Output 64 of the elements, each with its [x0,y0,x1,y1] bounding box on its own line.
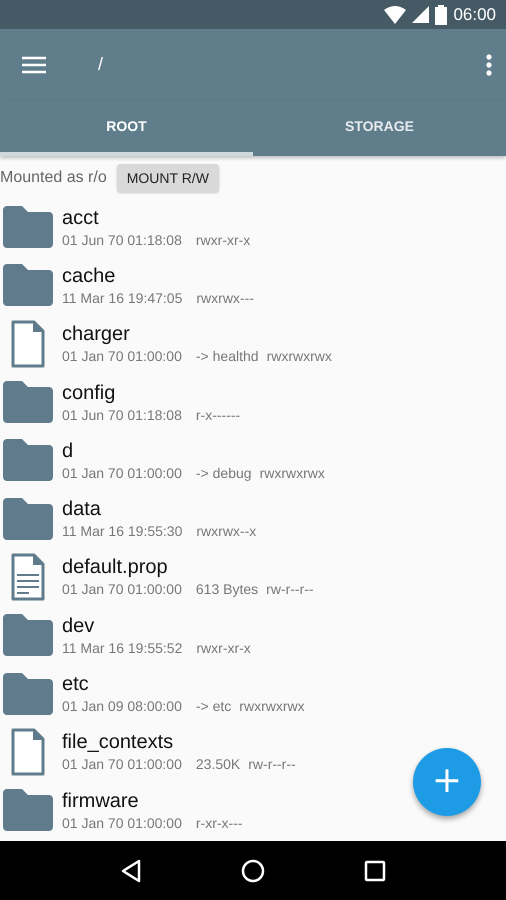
file-permissions: r-x------ [196,406,240,423]
file-icon [11,320,45,368]
signal-icon [412,6,430,23]
file-date: 11 Mar 16 19:55:52 [62,640,182,656]
file-permissions: rwxrwx--x [196,523,256,540]
folder-icon [3,264,53,306]
file-permissions: rw-r--r-- [266,581,314,598]
file-name: d [62,440,74,462]
file-date: 01 Jan 70 01:00:00 [62,581,182,598]
folder-icon [3,614,53,656]
file-date: 01 Jan 70 01:00:00 [62,464,182,481]
file-name: etc [62,673,90,696]
file-date: 01 Jun 70 01:18:08 [62,232,182,248]
file-info: 23.50K [196,756,240,772]
file-name: acct [62,206,100,229]
current-path: / [98,54,104,75]
file-date: 01 Jun 70 01:18:08 [62,406,182,423]
home-icon[interactable] [240,858,265,882]
add-button[interactable]: + [413,748,481,816]
file-permissions: rwxrwxrwx [239,698,305,714]
file-name: config [62,382,116,404]
file-info: -> healthd [196,348,259,364]
file-name: cache [62,264,116,287]
file-permissions: rwxr-xr-x [196,232,250,248]
clock: 06:00 [453,4,496,24]
tab[interactable]: ROOT [0,100,253,156]
wifi-icon [384,6,406,24]
file-date: 01 Jan 70 01:00:00 [62,348,182,364]
file-permissions: rw-r--r-- [248,756,296,772]
file-name: dev [62,614,96,637]
folder-icon [3,498,53,540]
folder-icon [3,381,53,424]
folder-icon [3,789,53,832]
back-icon[interactable] [120,858,142,882]
file-permissions: rwxrwx--- [196,290,254,306]
file-permissions: r-xr-x--- [196,814,243,831]
file-name: data [62,498,102,520]
folder-icon [3,439,53,482]
file-info: -> debug [196,464,252,481]
tab[interactable]: STORAGE [253,100,506,156]
file-date: 01 Jan 70 01:00:00 [62,756,182,772]
file-info: 613 Bytes [196,581,258,598]
mount-status: Mounted as r/o [0,169,107,187]
recents-icon[interactable] [364,860,386,882]
file-date: 01 Jan 70 01:00:00 [62,814,182,831]
file-permissions: rwxrwxrwx [266,348,332,364]
menu-icon[interactable] [22,56,46,74]
file-name: default.prop [62,556,169,578]
file-date: 11 Mar 16 19:47:05 [62,290,182,306]
file-permissions: rwxrwxrwx [260,464,325,481]
file-permissions: rwxr-xr-x [196,640,251,656]
file-name: firmware [62,790,140,812]
file-date: 11 Mar 16 19:55:30 [62,523,182,540]
folder-icon [3,206,53,248]
file-date: 01 Jan 09 08:00:00 [62,698,182,714]
mount-button[interactable]: MOUNT R/W [116,164,219,192]
file-info: -> etc [196,698,232,714]
more-options-icon[interactable] [486,54,492,76]
file-name: file_contexts [62,731,174,754]
document-icon [11,552,45,601]
folder-icon [3,672,53,715]
file-icon [11,728,45,776]
battery-icon [435,4,448,24]
file-name: charger [62,323,131,346]
